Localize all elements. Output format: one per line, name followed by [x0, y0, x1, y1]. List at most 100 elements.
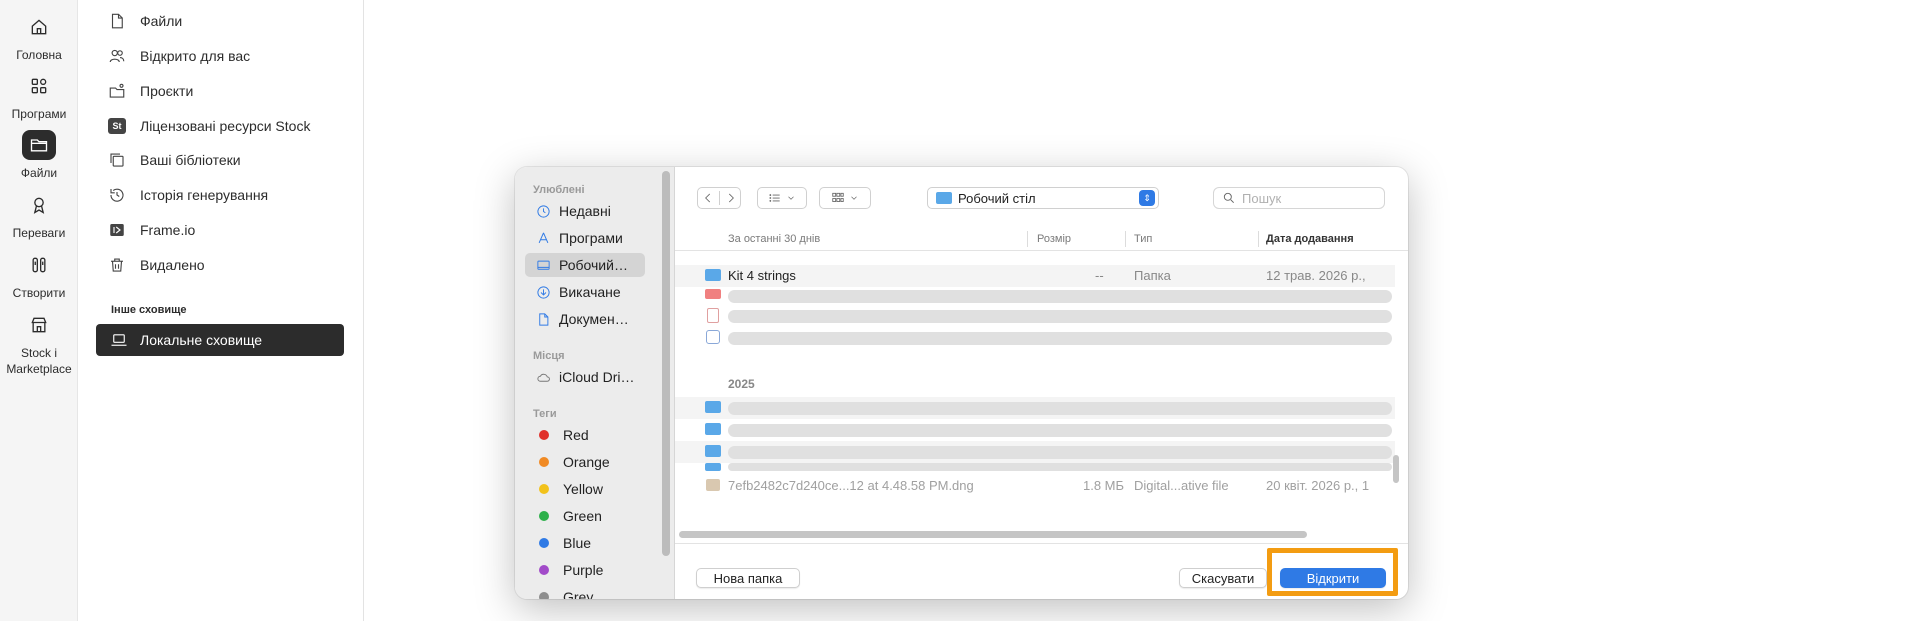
- sidebar-item-label: Видалено: [140, 257, 205, 273]
- sidebar-item-label: Frame.io: [140, 222, 196, 238]
- location-select[interactable]: Робочий стіл ⇕: [927, 187, 1159, 209]
- rail-stock-marketplace[interactable]: Stock і Marketplace: [0, 310, 78, 377]
- updown-chevron-icon: ⇕: [1139, 190, 1155, 206]
- back-forward-buttons[interactable]: [697, 187, 741, 209]
- rail-benefits[interactable]: Переваги: [0, 190, 78, 241]
- folder-icon: [22, 130, 56, 160]
- tag-red[interactable]: Red: [525, 423, 645, 447]
- yellow-dot-icon: [539, 484, 549, 494]
- redacted-bar: [728, 402, 1392, 415]
- search-field[interactable]: Пошук: [1213, 187, 1385, 209]
- tag-yellow[interactable]: Yellow: [525, 477, 645, 501]
- file-date: 20 квіт. 2026 р., 1: [1266, 478, 1370, 493]
- tag-green[interactable]: Green: [525, 504, 645, 528]
- tag-blue[interactable]: Blue: [525, 531, 645, 555]
- dialog-browser: Робочий стіл ⇕ Пошук За останні 30 днів …: [675, 167, 1408, 599]
- folder-icon: [936, 192, 952, 204]
- desktop-icon: [535, 257, 551, 273]
- column-name[interactable]: За останні 30 днів: [728, 233, 820, 245]
- rail-label: Створити: [12, 286, 66, 300]
- sidebar-item-label: Локальне сховище: [140, 332, 263, 348]
- alias-icon: [706, 330, 720, 344]
- dialog-sidebar-downloads[interactable]: Викачане: [525, 280, 645, 304]
- tag-label: Purple: [563, 562, 604, 578]
- grid-view-button[interactable]: [819, 187, 871, 209]
- sidebar-item-stock[interactable]: St Ліцензовані ресурси Stock: [106, 112, 310, 140]
- locations-heading: Місця: [533, 350, 565, 362]
- file-icon: [705, 289, 721, 299]
- dialog-toolbar: Робочий стіл ⇕ Пошук: [675, 167, 1408, 223]
- dialog-sidebar-label: Докумен…: [559, 311, 629, 327]
- sidebar-item-history[interactable]: Історія генерування: [106, 181, 268, 209]
- divider: [718, 191, 720, 205]
- sidebar-item-deleted[interactable]: Видалено: [106, 251, 205, 279]
- group-label-2025: 2025: [728, 377, 755, 391]
- file-kind: Digital...ative file: [1134, 478, 1229, 493]
- projects-icon: [106, 82, 128, 100]
- file-row-redacted[interactable]: [675, 285, 1395, 307]
- dialog-sidebar-icloud[interactable]: iCloud Dri…: [525, 365, 645, 389]
- file-row-redacted[interactable]: [675, 419, 1395, 441]
- dialog-sidebar-desktop[interactable]: Робочий…: [525, 253, 645, 277]
- tag-label: Red: [563, 427, 589, 443]
- sidebar-item-shared[interactable]: Відкрито для вас: [106, 42, 250, 70]
- cancel-button[interactable]: Скасувати: [1179, 568, 1267, 588]
- rail-home[interactable]: Головна: [0, 12, 78, 63]
- column-kind[interactable]: Тип: [1134, 233, 1152, 245]
- dialog-sidebar-scrollbar[interactable]: [662, 171, 670, 556]
- file-row-redacted[interactable]: [675, 463, 1395, 473]
- file-list-horizontal-scrollbar[interactable]: [679, 531, 1307, 538]
- dialog-sidebar-documents[interactable]: Докумен…: [525, 307, 645, 331]
- blue-dot-icon: [539, 538, 549, 548]
- chevron-right-icon[interactable]: [724, 191, 738, 205]
- dialog-sidebar-label: Недавні: [559, 203, 611, 219]
- grid-icon: [832, 192, 844, 202]
- dialog-sidebar-recents[interactable]: Недавні: [525, 199, 645, 223]
- sidebar-item-local-storage[interactable]: Локальне сховище: [96, 324, 344, 356]
- document-icon: [535, 311, 551, 327]
- file-row[interactable]: 7efb2482c7d240ce...12 at 4.48.58 PM.dng …: [675, 475, 1395, 497]
- file-row-redacted[interactable]: [675, 305, 1395, 327]
- tag-label: Yellow: [563, 481, 603, 497]
- chevron-left-icon[interactable]: [701, 191, 715, 205]
- file-row[interactable]: Kit 4 strings -- Папка 12 трав. 2026 р.,: [675, 265, 1395, 287]
- files-sidebar: Файли Відкрито для вас Проєкти St Ліценз…: [78, 0, 364, 621]
- file-row-redacted[interactable]: [675, 441, 1395, 463]
- sidebar-item-label: Відкрито для вас: [140, 48, 251, 64]
- redacted-bar: [728, 463, 1392, 471]
- tag-purple[interactable]: Purple: [525, 558, 645, 582]
- redacted-bar: [728, 332, 1392, 345]
- sidebar-item-libraries[interactable]: Ваші бібліотеки: [106, 146, 241, 174]
- libraries-icon: [106, 151, 128, 169]
- file-list-vertical-scrollbar[interactable]: [1393, 455, 1399, 483]
- rail-label: Головна: [16, 48, 62, 62]
- rail-files[interactable]: Файли: [0, 130, 78, 181]
- sidebar-item-projects[interactable]: Проєкти: [106, 77, 193, 105]
- new-folder-button[interactable]: Нова папка: [696, 568, 800, 588]
- tag-grey[interactable]: Grey: [525, 585, 645, 599]
- column-divider: [1027, 231, 1028, 247]
- column-date-added[interactable]: Дата додавання: [1266, 233, 1354, 245]
- redacted-bar: [728, 446, 1392, 459]
- file-row-redacted[interactable]: [675, 397, 1395, 419]
- sidebar-item-files[interactable]: Файли: [106, 7, 182, 35]
- red-dot-icon: [539, 430, 549, 440]
- file-name: Kit 4 strings: [728, 268, 796, 283]
- list-view-button[interactable]: [757, 187, 807, 209]
- dialog-sidebar-applications[interactable]: Програми: [525, 226, 645, 250]
- sidebar-item-frameio[interactable]: Frame.io: [106, 216, 195, 244]
- rail-apps[interactable]: Програми: [0, 71, 78, 122]
- file-icon: [106, 12, 128, 30]
- dialog-sidebar-label: Викачане: [559, 284, 621, 300]
- green-dot-icon: [539, 511, 549, 521]
- tag-orange[interactable]: Orange: [525, 450, 645, 474]
- apps-icon: [22, 71, 56, 101]
- file-row-redacted[interactable]: [675, 327, 1395, 349]
- trash-icon: [106, 256, 128, 274]
- orange-dot-icon: [539, 457, 549, 467]
- rail-create[interactable]: Створити: [0, 250, 78, 301]
- column-size[interactable]: Розмір: [1037, 233, 1071, 245]
- clock-icon: [535, 203, 551, 219]
- search-icon: [1223, 192, 1234, 203]
- store-icon: [22, 310, 56, 340]
